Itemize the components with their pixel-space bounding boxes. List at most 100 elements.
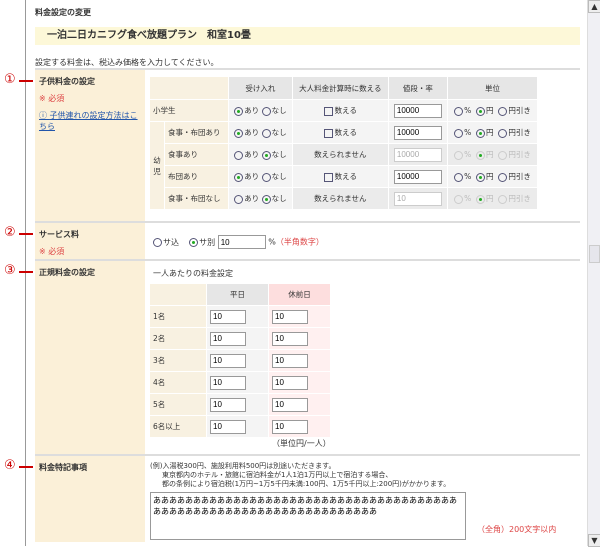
scroll-down-button[interactable]: ▼ bbox=[588, 534, 600, 547]
unit-radio[interactable]: 円引き bbox=[498, 128, 531, 138]
col-header: 大人料金計算時に数える bbox=[292, 77, 388, 99]
text: なし bbox=[271, 150, 287, 159]
accept-yes-radio[interactable]: あり bbox=[234, 150, 260, 160]
service-rate-input[interactable] bbox=[217, 235, 266, 249]
unit-radio[interactable]: 円引き bbox=[498, 106, 531, 116]
accept-no-radio[interactable]: なし bbox=[261, 106, 287, 116]
weekday-price-input[interactable] bbox=[210, 419, 246, 434]
regular-fee-table: 平日休前日 1名2名3名4名5名6名以上 bbox=[149, 283, 331, 438]
accept-yes-radio[interactable]: あり bbox=[234, 128, 260, 138]
col-header: 単位 bbox=[447, 77, 537, 99]
unit-note: （単位円/一人） bbox=[272, 439, 331, 448]
accept-no-radio[interactable]: なし bbox=[261, 194, 287, 204]
col-header: 値段・率 bbox=[388, 77, 447, 99]
notes-textarea[interactable]: ああああああああああああああああああああああああああああああああああああああああ… bbox=[150, 492, 466, 540]
unit-radio[interactable]: 円 bbox=[476, 106, 494, 116]
unit-radio[interactable]: % bbox=[454, 172, 471, 182]
instruction: 設定する料金は、税込み価格を入力してください。 bbox=[35, 58, 219, 67]
holiday-price-input[interactable] bbox=[272, 397, 308, 412]
text: あり bbox=[244, 172, 260, 181]
weekday-price-input[interactable] bbox=[210, 353, 246, 368]
text: 円引き bbox=[508, 172, 531, 181]
text: なし bbox=[271, 172, 287, 181]
table-row: 4名 bbox=[150, 372, 330, 393]
text: サ込 bbox=[163, 237, 179, 247]
marker-1: ① bbox=[4, 72, 16, 87]
col-header: 受け入れ bbox=[228, 77, 292, 99]
price-input[interactable] bbox=[393, 169, 442, 184]
marker-2: ② bbox=[4, 225, 16, 240]
price-input[interactable] bbox=[393, 147, 442, 162]
accept-yes-radio[interactable]: あり bbox=[234, 194, 259, 204]
row-label: 1名 bbox=[150, 306, 206, 327]
scroll-up-button[interactable]: ▲ bbox=[588, 0, 600, 13]
unit-radio[interactable]: 円引き bbox=[498, 150, 531, 160]
unit-radio[interactable]: 円 bbox=[476, 194, 494, 204]
accept-yes-radio[interactable]: あり bbox=[234, 106, 259, 116]
regular-caption: 一人あたりの料金設定 bbox=[153, 269, 233, 278]
child-fee-label: 子供料金の設定 bbox=[39, 77, 95, 86]
holiday-price-input[interactable] bbox=[272, 353, 308, 368]
text: あり bbox=[244, 150, 260, 159]
accept-yes-radio[interactable]: あり bbox=[234, 172, 260, 182]
required-mark: ※ 必須 bbox=[39, 247, 65, 256]
count-checkbox[interactable]: 数える bbox=[292, 166, 388, 187]
table-row: 6名以上 bbox=[150, 416, 330, 437]
help-link[interactable]: ⓘ 子供連れの設定方法はこちら bbox=[39, 110, 141, 132]
service-separate-radio[interactable]: サ別 bbox=[189, 237, 215, 247]
accept-no-radio[interactable]: なし bbox=[261, 150, 287, 160]
count-checkbox[interactable]: 数える bbox=[292, 122, 388, 143]
weekday-price-input[interactable] bbox=[210, 375, 246, 390]
price-input[interactable] bbox=[393, 103, 442, 118]
accept-no-radio[interactable]: なし bbox=[261, 172, 287, 182]
table-row: 5名 bbox=[150, 394, 330, 415]
text: 円 bbox=[486, 194, 494, 203]
text: 東京都内のホテル・旅館に宿泊料金が1人1泊1万円以上で宿泊する場合、 bbox=[162, 471, 393, 479]
unit-radio[interactable]: % bbox=[454, 150, 471, 160]
text: 円 bbox=[486, 172, 494, 181]
table-row: 食事あり あり なし数えられません% 円 円引き bbox=[150, 144, 537, 165]
holiday-price-input[interactable] bbox=[272, 309, 308, 324]
count-checkbox[interactable]: 数える bbox=[292, 100, 388, 121]
text: 数える bbox=[334, 128, 357, 137]
unit-radio[interactable]: 円 bbox=[476, 150, 494, 160]
unit-radio[interactable]: % bbox=[454, 106, 471, 116]
unit-radio[interactable]: 円 bbox=[476, 128, 494, 138]
char-limit: （全角）200文字以内 bbox=[477, 525, 557, 534]
price-input[interactable] bbox=[393, 125, 442, 140]
text: あり bbox=[244, 128, 260, 137]
text: 円引き bbox=[508, 194, 531, 203]
text: 円引き bbox=[508, 128, 531, 137]
unit-radio[interactable]: 円引き bbox=[498, 194, 531, 204]
scrollbar[interactable] bbox=[587, 0, 600, 546]
table-row: 食事・布団なし あり なし数えられません% 円 円引き bbox=[150, 188, 537, 209]
table-row: 幼児食事・布団ありあり なし数える% 円 円引き bbox=[150, 122, 537, 209]
unit-radio[interactable]: % bbox=[454, 128, 471, 138]
row-label: 6名以上 bbox=[150, 416, 206, 437]
text: 円 bbox=[486, 128, 494, 137]
text: 円 bbox=[486, 150, 494, 159]
row-label: 食事・布団なし bbox=[165, 188, 228, 209]
holiday-price-input[interactable] bbox=[272, 331, 308, 346]
price-input[interactable] bbox=[393, 191, 442, 206]
weekday-price-input[interactable] bbox=[210, 397, 246, 412]
page-title: 料金設定の変更 bbox=[35, 8, 91, 17]
table-row: 3名 bbox=[150, 350, 330, 371]
table-row: 1名 bbox=[150, 306, 330, 327]
text: (例)入湯税300円、施設利用料500円は別途いただきます。 bbox=[150, 462, 336, 470]
accept-no-radio[interactable]: なし bbox=[261, 128, 287, 138]
weekday-price-input[interactable] bbox=[210, 309, 246, 324]
service-included-radio[interactable]: サ込 bbox=[153, 237, 179, 247]
text: なし bbox=[271, 194, 287, 203]
scroll-thumb[interactable] bbox=[589, 245, 600, 263]
weekday-price-input[interactable] bbox=[210, 331, 246, 346]
text: 子供連れの設定方法はこちら bbox=[39, 111, 138, 131]
child-fee-section: 子供料金の設定 ※ 必須 ⓘ 子供連れの設定方法はこちら 受け入れ 大人料金計算時… bbox=[35, 68, 580, 223]
unit-radio[interactable]: 円 bbox=[476, 172, 494, 182]
holiday-price-input[interactable] bbox=[272, 419, 308, 434]
unit-radio[interactable]: 円引き bbox=[498, 172, 531, 182]
col-weekday: 平日 bbox=[207, 284, 268, 305]
text: 都の条例により宿泊税(1万円~1万5千円未満:100円、1万5千円以上:200円… bbox=[162, 480, 451, 488]
holiday-price-input[interactable] bbox=[272, 375, 308, 390]
unit-radio[interactable]: % bbox=[454, 194, 471, 204]
